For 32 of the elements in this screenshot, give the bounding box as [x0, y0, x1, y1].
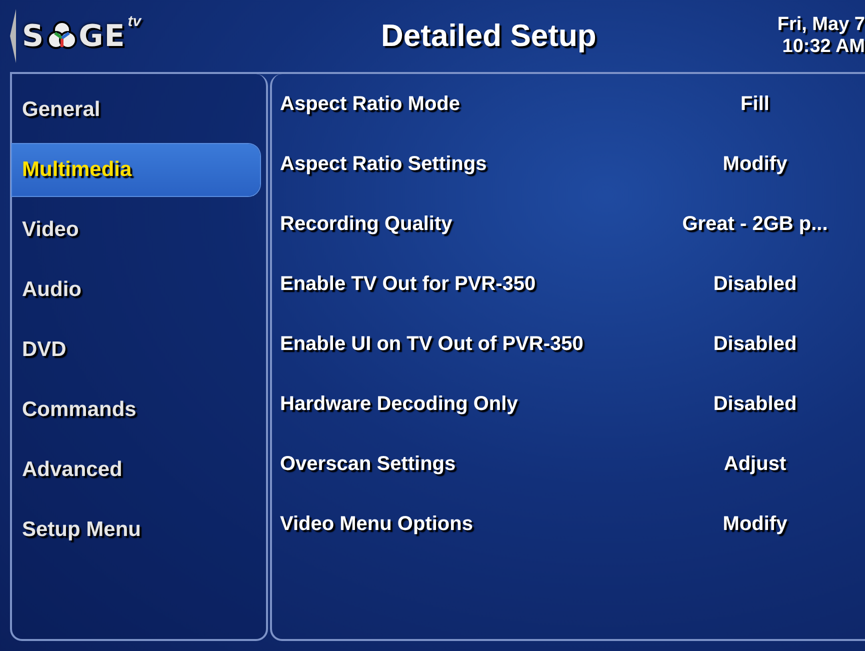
- menu-item[interactable]: DVD: [12, 324, 260, 376]
- logo-text: GE: [78, 18, 126, 54]
- time-text: 10:32 AM: [782, 36, 865, 58]
- menu-item[interactable]: Audio: [12, 264, 260, 316]
- menu-item[interactable]: Commands: [12, 384, 260, 436]
- date-text: Fri, May 7: [777, 14, 865, 36]
- menu-item[interactable]: General: [12, 84, 260, 136]
- setting-label[interactable]: Enable TV Out for PVR-350: [280, 270, 625, 298]
- setting-label[interactable]: Aspect Ratio Settings: [280, 150, 625, 178]
- menu-item[interactable]: Advanced: [12, 444, 260, 496]
- menu-item[interactable]: Multimedia: [12, 144, 260, 196]
- menu-item[interactable]: Setup Menu: [12, 504, 260, 556]
- setting-label[interactable]: Recording Quality: [280, 210, 625, 238]
- setting-value[interactable]: Modify: [625, 152, 865, 176]
- setting-label[interactable]: Hardware Decoding Only: [280, 390, 625, 418]
- setting-value[interactable]: Fill: [625, 92, 865, 116]
- logo-text: S: [22, 18, 45, 54]
- screen-title: Detailed Setup: [380, 18, 598, 54]
- logo-superscript: tv: [128, 13, 142, 30]
- setting-value[interactable]: Disabled: [625, 272, 865, 296]
- setting-label[interactable]: Aspect Ratio Mode: [280, 90, 625, 118]
- logo-icon: [46, 21, 77, 51]
- setting-value[interactable]: Modify: [625, 512, 865, 536]
- back-arrow-icon[interactable]: [10, 9, 16, 63]
- setting-label[interactable]: Enable UI on TV Out of PVR-350: [280, 330, 625, 358]
- setting-value[interactable]: Adjust: [625, 452, 865, 476]
- setting-value[interactable]: Disabled: [625, 392, 865, 416]
- setting-label[interactable]: Overscan Settings: [280, 450, 625, 478]
- setting-value[interactable]: Disabled: [625, 332, 865, 356]
- setting-label[interactable]: Video Menu Options: [280, 510, 625, 538]
- menu-item[interactable]: Video: [12, 204, 260, 256]
- setting-value[interactable]: Great - 2GB p...: [625, 212, 865, 236]
